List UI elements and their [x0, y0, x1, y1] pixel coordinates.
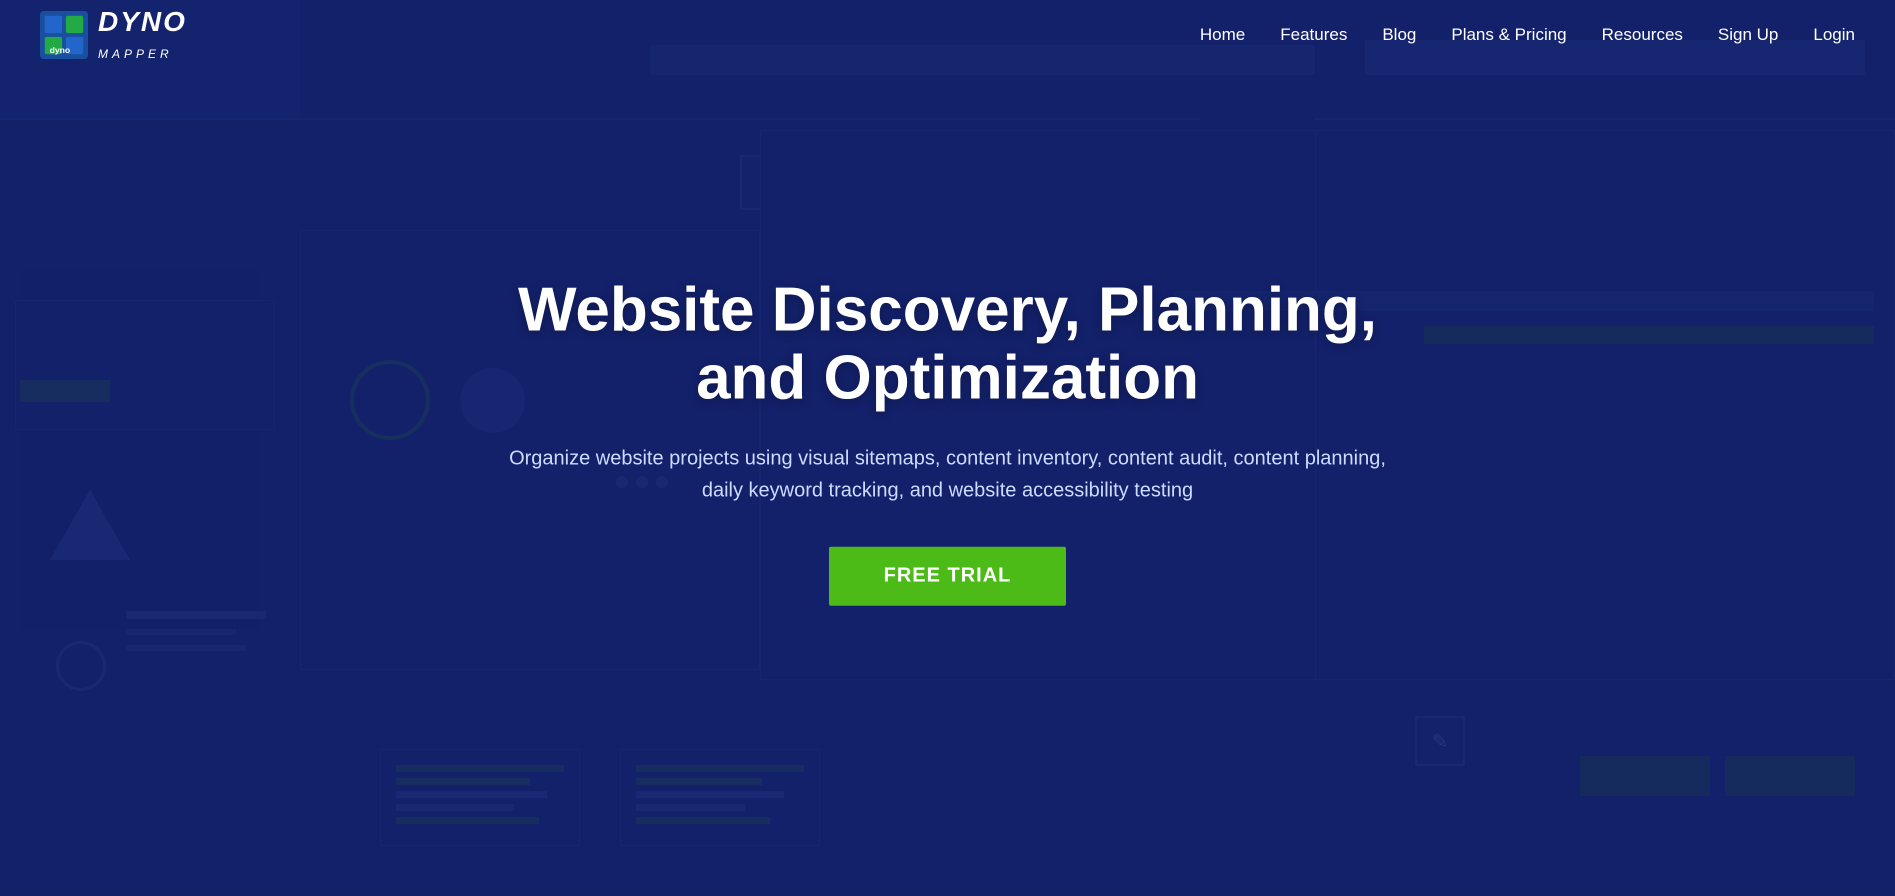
- nav-item-signup[interactable]: Sign Up: [1718, 25, 1778, 45]
- nav-item-features[interactable]: Features: [1280, 25, 1347, 45]
- hero-subtitle: Organize website projects using visual s…: [498, 443, 1398, 507]
- hero-content: Website Discovery, Planning, and Optimiz…: [498, 277, 1398, 606]
- nav-link-features[interactable]: Features: [1280, 25, 1347, 44]
- svg-text:dyno: dyno: [50, 45, 71, 55]
- nav-item-blog[interactable]: Blog: [1382, 25, 1416, 45]
- nav-item-resources[interactable]: Resources: [1602, 25, 1683, 45]
- nav-link-resources[interactable]: Resources: [1602, 25, 1683, 44]
- nav-link-signup[interactable]: Sign Up: [1718, 25, 1778, 44]
- free-trial-button[interactable]: FREE TRIAL: [829, 547, 1067, 606]
- logo-icon: dyno: [40, 11, 88, 59]
- nav-item-plans-pricing[interactable]: Plans & Pricing: [1451, 25, 1566, 45]
- hero-title-line1: Website Discovery, Planning,: [518, 276, 1377, 345]
- nav-item-login[interactable]: Login: [1813, 25, 1855, 45]
- nav-link-login[interactable]: Login: [1813, 25, 1855, 44]
- nav-link-blog[interactable]: Blog: [1382, 25, 1416, 44]
- navbar: dyno DYNO MAPPER Home Features Blog Plan…: [0, 0, 1895, 70]
- nav-link-plans-pricing[interactable]: Plans & Pricing: [1451, 25, 1566, 44]
- hero-title: Website Discovery, Planning, and Optimiz…: [498, 277, 1398, 413]
- logo-area: dyno DYNO MAPPER: [40, 6, 187, 64]
- nav-links: Home Features Blog Plans & Pricing Resou…: [1200, 25, 1855, 45]
- nav-link-home[interactable]: Home: [1200, 25, 1245, 44]
- hero-title-line2: and Optimization: [696, 344, 1199, 413]
- brand-name: DYNO MAPPER: [98, 6, 187, 64]
- nav-item-home[interactable]: Home: [1200, 25, 1245, 45]
